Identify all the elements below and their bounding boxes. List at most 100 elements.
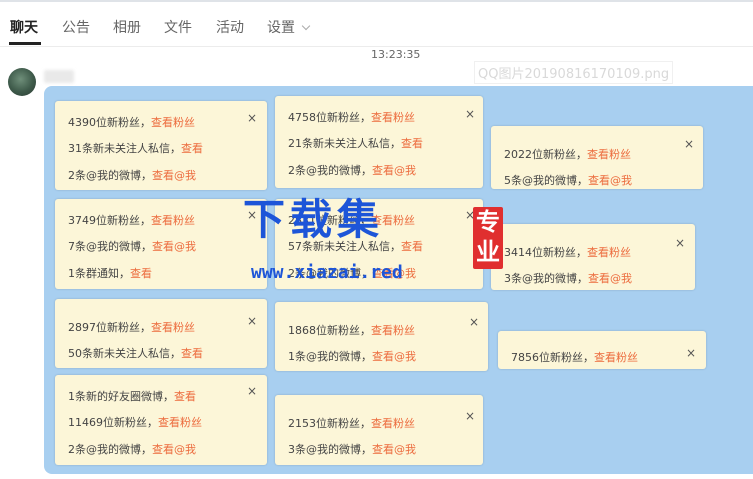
notification-card: 7856位新粉丝，查看粉丝 ×	[498, 331, 706, 369]
close-icon[interactable]: ×	[247, 385, 257, 397]
view-link[interactable]: 查看@我	[588, 272, 632, 285]
notification-line: 31条新未关注人私信，查看	[68, 140, 203, 156]
close-icon[interactable]: ×	[247, 315, 257, 327]
notification-line: 7856位新粉丝，查看粉丝	[511, 349, 638, 365]
notification-line: 57条新未关注人私信，查看	[288, 238, 423, 254]
notification-card: 4390位新粉丝，查看粉丝 31条新未关注人私信，查看 2条@我的微博，查看@我 ×	[55, 101, 267, 190]
notification-text: 2条@我的微博，	[288, 267, 372, 280]
view-link[interactable]: 查看粉丝	[371, 111, 415, 124]
view-link[interactable]: 查看	[130, 267, 152, 280]
notification-text: 2条@我的微博，	[68, 169, 152, 182]
view-link[interactable]: 查看@我	[372, 350, 416, 363]
close-icon[interactable]: ×	[465, 209, 475, 221]
close-icon[interactable]: ×	[247, 112, 257, 124]
tab-activity[interactable]: 活动	[216, 17, 244, 37]
notification-line: 2条@我的微博，查看@我	[288, 265, 416, 281]
image-filename-tooltip: QQ图片20190816170109.png	[474, 61, 674, 84]
notification-card: 3749位新粉丝，查看粉丝 7条@我的微博，查看@我 1条群通知，查看 ×	[55, 199, 267, 289]
notification-line: 5条@我的微博，查看@我	[504, 172, 632, 188]
close-icon[interactable]: ×	[469, 316, 479, 328]
notification-line: 2153位新粉丝，查看粉丝	[288, 415, 415, 431]
notification-text: 1条新的好友圈微博，	[68, 390, 174, 403]
view-link[interactable]: 查看粉丝	[151, 321, 195, 334]
view-link[interactable]: 查看粉丝	[371, 324, 415, 337]
notification-line: 1条新的好友圈微博，查看	[68, 388, 196, 404]
notification-text: 21条新未关注人私信，	[288, 137, 401, 150]
notification-line: 7条@我的微博，查看@我	[68, 238, 196, 254]
close-icon[interactable]: ×	[675, 237, 685, 249]
view-link[interactable]: 查看	[181, 347, 203, 360]
notification-line: 3749位新粉丝，查看粉丝	[68, 212, 195, 228]
notification-text: 4390位新粉丝，	[68, 116, 151, 129]
notification-text: 2条@我的微博，	[288, 164, 372, 177]
notification-line: 4390位新粉丝，查看粉丝	[68, 114, 195, 130]
view-link[interactable]: 查看	[174, 390, 196, 403]
tab-settings-label: 设置	[267, 20, 295, 36]
notification-line: 3414位新粉丝，查看粉丝	[504, 244, 631, 260]
notification-line: 11469位新粉丝，查看粉丝	[68, 414, 202, 430]
view-link[interactable]: 查看粉丝	[151, 116, 195, 129]
view-link[interactable]: 查看@我	[152, 240, 196, 253]
notification-line: 3条@我的微博，查看@我	[504, 270, 632, 286]
notification-card: 2153位新粉丝，查看粉丝 3条@我的微博，查看@我 ×	[275, 395, 483, 465]
view-link[interactable]: 查看粉丝	[587, 246, 631, 259]
view-link[interactable]: 查看	[181, 142, 203, 155]
notification-text: 7条@我的微博，	[68, 240, 152, 253]
notification-line: 2831位新粉丝，查看粉丝	[288, 212, 415, 228]
notification-line: 2条@我的微博，查看@我	[68, 441, 196, 457]
notification-card: 2022位新粉丝，查看粉丝 5条@我的微博，查看@我 ×	[491, 126, 703, 189]
notification-text: 3条@我的微博，	[288, 443, 372, 456]
notification-line: 50条新未关注人私信，查看	[68, 345, 203, 361]
avatar[interactable]	[8, 68, 36, 96]
view-link[interactable]: 查看@我	[372, 164, 416, 177]
close-icon[interactable]: ×	[684, 138, 694, 150]
tab-settings[interactable]: 设置	[267, 17, 311, 37]
tab-chat[interactable]: 聊天	[10, 17, 38, 37]
notification-line: 1条@我的微博，查看@我	[288, 348, 416, 364]
notification-text: 2022位新粉丝，	[504, 148, 587, 161]
close-icon[interactable]: ×	[465, 410, 475, 422]
sender-nickname	[44, 70, 74, 83]
notification-line: 1条群通知，查看	[68, 265, 152, 281]
notification-card: 2897位新粉丝，查看粉丝 50条新未关注人私信，查看 ×	[55, 299, 267, 368]
notification-line: 2022位新粉丝，查看粉丝	[504, 146, 631, 162]
tab-bar: 聊天 公告 相册 文件 活动 设置	[0, 2, 753, 47]
tab-album[interactable]: 相册	[113, 17, 141, 37]
notification-text: 5条@我的微博，	[504, 174, 588, 187]
view-link[interactable]: 查看	[401, 137, 423, 150]
tab-announcement[interactable]: 公告	[62, 17, 90, 37]
message-timestamp: 13:23:35	[371, 48, 421, 61]
view-link[interactable]: 查看@我	[372, 443, 416, 456]
notification-card: 1868位新粉丝，查看粉丝 1条@我的微博，查看@我 ×	[275, 302, 488, 371]
notification-text: 4758位新粉丝，	[288, 111, 371, 124]
view-link[interactable]: 查看@我	[152, 443, 196, 456]
close-icon[interactable]: ×	[686, 347, 696, 359]
close-icon[interactable]: ×	[247, 209, 257, 221]
view-link[interactable]: 查看粉丝	[587, 148, 631, 161]
view-link[interactable]: 查看	[401, 240, 423, 253]
notification-text: 1条群通知，	[68, 267, 130, 280]
notification-text: 2897位新粉丝，	[68, 321, 151, 334]
notification-text: 3749位新粉丝，	[68, 214, 151, 227]
notification-text: 2条@我的微博，	[68, 443, 152, 456]
notification-line: 2条@我的微博，查看@我	[68, 167, 196, 183]
notification-text: 57条新未关注人私信，	[288, 240, 401, 253]
notification-card: 1条新的好友圈微博，查看 11469位新粉丝，查看粉丝 2条@我的微博，查看@我 ×	[55, 375, 267, 465]
notification-line: 4758位新粉丝，查看粉丝	[288, 109, 415, 125]
view-link[interactable]: 查看@我	[372, 267, 416, 280]
notification-card: 3414位新粉丝，查看粉丝 3条@我的微博，查看@我 ×	[491, 224, 695, 290]
notification-line: 3条@我的微博，查看@我	[288, 441, 416, 457]
notification-line: 2条@我的微博，查看@我	[288, 162, 416, 178]
notification-text: 1868位新粉丝，	[288, 324, 371, 337]
view-link[interactable]: 查看粉丝	[594, 351, 638, 364]
view-link[interactable]: 查看@我	[152, 169, 196, 182]
view-link[interactable]: 查看粉丝	[371, 214, 415, 227]
view-link[interactable]: 查看粉丝	[158, 416, 202, 429]
tab-files[interactable]: 文件	[164, 17, 192, 37]
notification-text: 1条@我的微博，	[288, 350, 372, 363]
close-icon[interactable]: ×	[465, 108, 475, 120]
view-link[interactable]: 查看粉丝	[151, 214, 195, 227]
view-link[interactable]: 查看粉丝	[371, 417, 415, 430]
notification-text: 31条新未关注人私信，	[68, 142, 181, 155]
view-link[interactable]: 查看@我	[588, 174, 632, 187]
